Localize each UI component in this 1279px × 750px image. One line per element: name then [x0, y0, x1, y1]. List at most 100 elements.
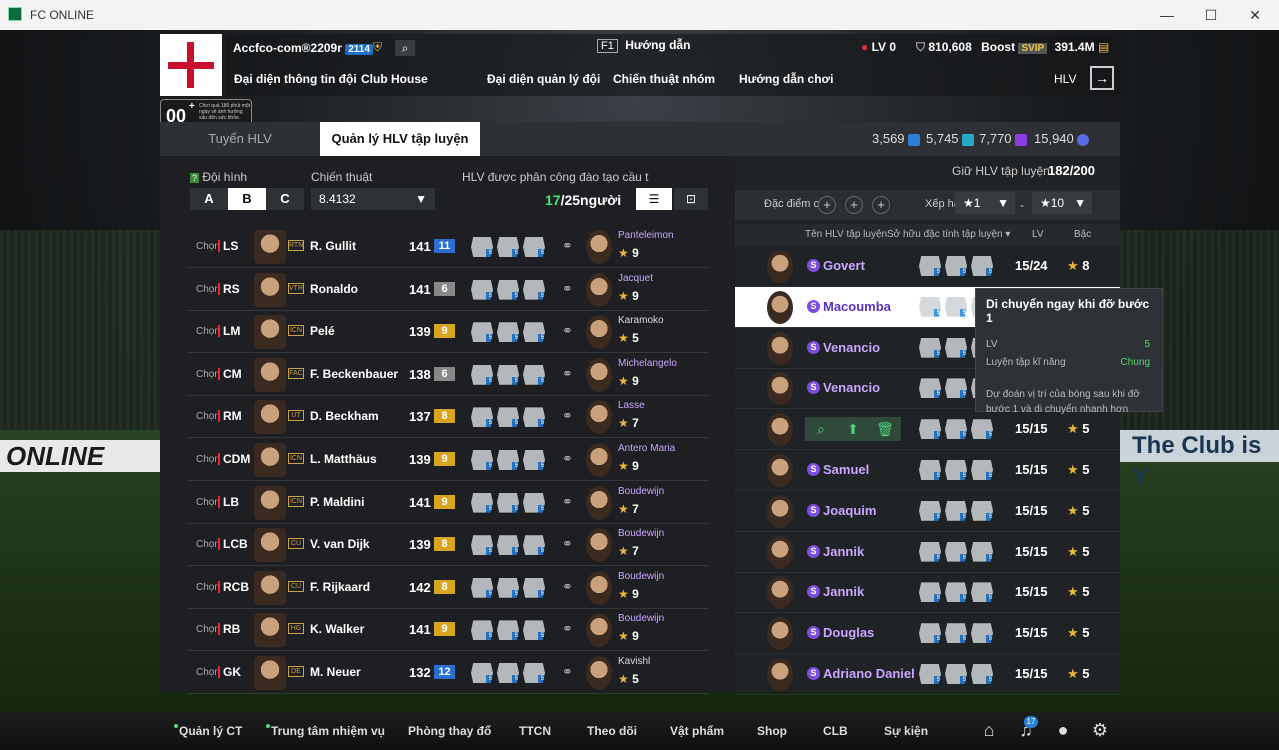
col-coach-name[interactable]: Tên HLV tập luyện	[805, 229, 887, 240]
choose-button[interactable]: Chọn	[196, 624, 220, 635]
trait-icon[interactable]: 5	[471, 450, 493, 470]
squad-b-button[interactable]: B	[228, 188, 266, 210]
list-view-icon[interactable]: ☰	[636, 188, 672, 210]
choose-button[interactable]: Chọn	[196, 497, 220, 508]
player-row[interactable]: Chọn CDM ICN L. Matthäus 139 9 5 5 5 ⚭ Antero Mari…	[188, 439, 708, 481]
trait-icon[interactable]: 5	[471, 620, 493, 641]
trait-icon[interactable]: 5	[971, 256, 993, 276]
trait-icon[interactable]: 5	[497, 322, 519, 343]
trait-icon[interactable]: 5	[971, 664, 993, 684]
bottom-ttcn[interactable]: TTCN	[519, 724, 551, 738]
trait-icon[interactable]: 5	[471, 535, 493, 556]
team-flag[interactable]	[160, 34, 222, 96]
choose-button[interactable]: Chọn	[196, 454, 220, 465]
trait-icon[interactable]: 5	[497, 577, 519, 598]
trait-icon[interactable]: 5	[471, 279, 493, 300]
bottom-missions[interactable]: Trung tâm nhiệm vụ	[266, 724, 385, 738]
bottom-shop[interactable]: Shop	[757, 724, 787, 738]
squad-a-button[interactable]: A	[190, 188, 228, 210]
add-trait-3-button[interactable]: +	[872, 196, 890, 214]
nav-manager[interactable]: Đại diện quản lý đội	[487, 72, 600, 86]
trait-icon[interactable]: 5	[471, 577, 493, 598]
coach-row[interactable]: S Joaquim 5 5 5 15/15 ★ 5	[735, 491, 1120, 532]
trait-icon[interactable]: 5	[523, 279, 545, 300]
trait-icon[interactable]: 5	[945, 337, 967, 358]
trait-icon[interactable]: 5	[471, 492, 493, 513]
choose-button[interactable]: Chọn	[196, 582, 220, 593]
bottom-watch[interactable]: Theo dõi	[587, 724, 637, 738]
bottom-manage[interactable]: Quản lý CT	[174, 724, 242, 738]
trait-icon[interactable]: 5	[945, 296, 967, 317]
upgrade-arrow-icon[interactable]: ⬆	[837, 417, 869, 441]
trait-icon[interactable]: 5	[523, 407, 545, 428]
trait-icon[interactable]: 5	[919, 664, 941, 684]
trait-icon[interactable]: 5	[919, 582, 941, 603]
trait-icon[interactable]: 5	[497, 407, 519, 428]
trait-icon[interactable]: 5	[971, 582, 993, 603]
choose-button[interactable]: Chọn	[196, 411, 220, 422]
trait-icon[interactable]: 5	[523, 450, 545, 470]
coach-row[interactable]: S Jannik 5 5 5 15/15 ★ 5	[735, 532, 1120, 573]
rank-to-select[interactable]: ★10 ▼	[1032, 192, 1092, 214]
trait-icon[interactable]: 5	[523, 620, 545, 641]
trait-icon[interactable]: 5	[497, 279, 519, 300]
tab-recruit[interactable]: Tuyển HLV	[160, 122, 320, 156]
player-row[interactable]: Chọn LS RTN R. Gullit 141 11 5 5 5 ⚭ Panteleimon ★ …	[188, 226, 708, 268]
trait-icon[interactable]: 5	[497, 663, 519, 683]
trait-icon[interactable]: 5	[919, 541, 941, 562]
trait-icon[interactable]: 5	[919, 419, 941, 440]
coach-row[interactable]: S Jannik 5 5 5 15/15 ★ 5	[735, 572, 1120, 614]
search-icon[interactable]: ⌕	[395, 40, 415, 56]
trait-icon[interactable]: 5	[497, 450, 519, 470]
exit-icon[interactable]: →	[1090, 66, 1114, 90]
trait-icon[interactable]: 5	[945, 460, 967, 480]
trait-icon[interactable]: 5	[971, 419, 993, 440]
trait-icon[interactable]: 5	[523, 492, 545, 513]
coach-row[interactable]: S Adriano Daniel 5 5 5 15/15 ★ 5	[735, 654, 1120, 695]
profile-icon[interactable]: ●	[1052, 720, 1074, 742]
settings-gear-icon[interactable]: ⚙	[1089, 720, 1111, 742]
trait-icon[interactable]: 5	[945, 419, 967, 440]
bottom-events[interactable]: Sự kiện	[884, 724, 928, 738]
trait-icon[interactable]: 5	[523, 535, 545, 556]
trait-icon[interactable]: 5	[945, 623, 967, 644]
trait-icon[interactable]: 5	[471, 407, 493, 428]
trait-icon[interactable]: 5	[919, 337, 941, 358]
guide-button[interactable]: F1 Hướng dẫn	[597, 38, 690, 53]
trait-icon[interactable]: 5	[497, 364, 519, 385]
trait-icon[interactable]: 5	[919, 296, 941, 317]
choose-button[interactable]: Chọn	[196, 667, 220, 678]
squad-c-button[interactable]: C	[266, 188, 304, 210]
trait-icon[interactable]: 5	[971, 460, 993, 480]
trait-icon[interactable]: 5	[497, 492, 519, 513]
tactic-select[interactable]: 8.4132 ▼	[311, 188, 435, 210]
player-row[interactable]: Chọn LCB CU V. van Dijk 139 8 5 5 5 ⚭ Boudewijn ★ 7	[188, 524, 708, 567]
minimize-button[interactable]: —	[1152, 4, 1182, 26]
grid-view-icon[interactable]: ⊡	[674, 188, 708, 210]
player-row[interactable]: Chọn RCB CU F. Rijkaard 142 8 5 5 5 ⚭ Boudewijn ★ 9	[188, 567, 708, 609]
trait-icon[interactable]: 5	[523, 577, 545, 598]
player-row[interactable]: Chọn LB ICN P. Maldini 141 9 5 5 5 ⚭ Boudewijn ★ 7	[188, 482, 708, 524]
trait-icon[interactable]: 5	[471, 663, 493, 683]
choose-button[interactable]: Chọn	[196, 284, 220, 295]
player-row[interactable]: Chọn RB HG K. Walker 141 9 5 5 5 ⚭ Boudewijn ★ 9	[188, 609, 708, 652]
trait-icon[interactable]: 5	[919, 378, 941, 399]
player-row[interactable]: Chọn GK DE M. Neuer 132 12 5 5 5 ⚭ Kavishl ★ 5	[188, 652, 708, 694]
trait-icon[interactable]: 5	[945, 664, 967, 684]
trait-icon[interactable]: 5	[971, 623, 993, 644]
trait-icon[interactable]: 5	[523, 237, 545, 257]
col-traits[interactable]: Sở hữu đặc tính tập luyện ▾	[887, 229, 1010, 240]
coach-row[interactable]: S Govert 5 5 5 15/24 ★ 8	[735, 246, 1120, 287]
emblem-icon[interactable]: ⛨	[373, 40, 382, 55]
help-icon[interactable]: ?	[190, 173, 200, 183]
trait-icon[interactable]: 5	[497, 535, 519, 556]
coach-row[interactable]: S Douglas 5 5 5 15/15 ★ 5	[735, 613, 1120, 655]
choose-button[interactable]: Chọn	[196, 369, 220, 380]
trait-icon[interactable]: 5	[919, 500, 941, 521]
close-button[interactable]: ✕	[1240, 4, 1270, 26]
trait-icon[interactable]: 5	[497, 620, 519, 641]
trait-icon[interactable]: 5	[497, 237, 519, 257]
tab-manage-coaches[interactable]: Quản lý HLV tập luyện	[320, 122, 480, 156]
trait-icon[interactable]: 5	[523, 322, 545, 343]
nav-guide[interactable]: Hướng dẫn chơi	[739, 72, 833, 86]
